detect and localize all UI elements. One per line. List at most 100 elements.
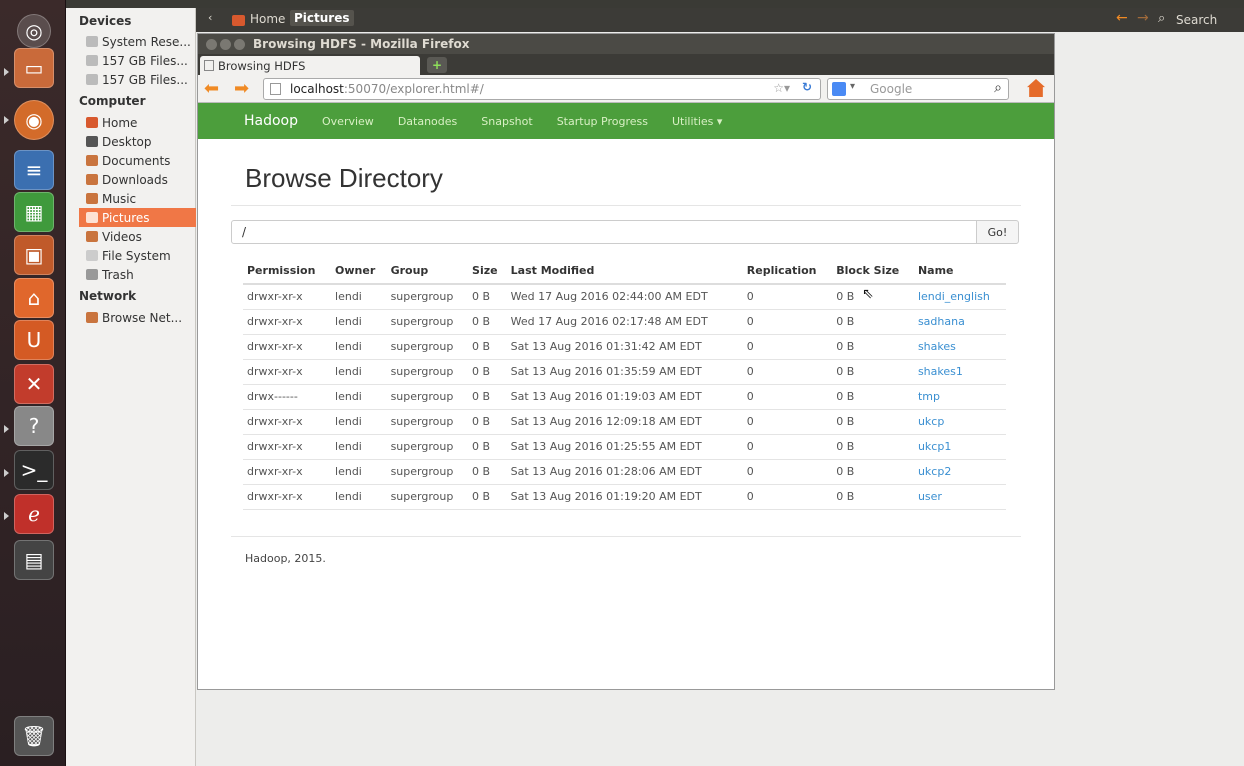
directory-link[interactable]: ukcp [913, 409, 1006, 435]
bookmark-star-icon[interactable]: ☆▾ [773, 81, 790, 95]
minimize-window-icon[interactable] [220, 38, 231, 50]
cell-size: 0 B [468, 484, 507, 510]
directory-link[interactable]: ukcp2 [913, 459, 1006, 485]
google-engine-icon[interactable] [832, 82, 846, 96]
sidebar-item-label: Desktop [102, 134, 152, 149]
back-arrow-icon[interactable]: ⬅ [204, 78, 219, 99]
drive-icon [86, 74, 98, 85]
breadcrumb-left-chevron-icon[interactable]: ‹ [208, 11, 212, 24]
footer-divider [231, 536, 1021, 537]
title-divider [231, 205, 1021, 206]
site-identity-icon[interactable] [270, 83, 281, 95]
firefox-launcher-icon[interactable]: ◉ [14, 100, 54, 140]
col-group[interactable]: Group [386, 258, 469, 285]
help-launcher-icon[interactable]: ? [14, 406, 54, 446]
cell-permission: drwxr-xr-x [243, 309, 332, 335]
writer-launcher-icon[interactable]: ≡ [14, 150, 54, 190]
caret-down-icon: ▾ [716, 114, 723, 128]
col-permission[interactable]: Permission [243, 258, 332, 285]
directory-link[interactable]: ukcp1 [913, 434, 1006, 460]
col-size[interactable]: Size [468, 258, 507, 285]
directory-link[interactable]: sadhana [913, 309, 1006, 335]
reload-icon[interactable]: ↻ [802, 80, 812, 94]
cell-owner: lendi [331, 459, 387, 485]
files-launcher-icon[interactable]: ▭ [14, 48, 54, 88]
nav-startup-progress[interactable]: Startup Progress [557, 115, 648, 128]
impress-launcher-icon[interactable]: ▣ [14, 235, 54, 275]
workspace-switcher-launcher-icon[interactable]: ▤ [14, 540, 54, 580]
software-center-launcher-icon[interactable]: ⌂ [14, 278, 54, 318]
documents-folder-icon [86, 155, 98, 166]
sidebar-item-label: Documents [102, 153, 171, 168]
col-owner[interactable]: Owner [331, 258, 387, 285]
nav-snapshot[interactable]: Snapshot [481, 115, 532, 128]
maximize-window-icon[interactable] [234, 38, 245, 50]
calc-launcher-icon[interactable]: ▦ [14, 192, 54, 232]
new-tab-button[interactable]: + [427, 57, 447, 73]
sidebar-item-desktop[interactable]: Desktop [86, 132, 196, 151]
pdf-reader-launcher-icon[interactable]: ℯ [14, 494, 54, 534]
nav-utilities[interactable]: Utilities ▾ [672, 115, 722, 128]
page-viewport: Hadoop Overview Datanodes Snapshot Start… [198, 103, 1054, 691]
cell-replication: 0 [742, 359, 833, 385]
sidebar-item-file-system[interactable]: File System [86, 246, 196, 265]
search-icon[interactable]: ⌕ [994, 80, 1002, 96]
directory-link[interactable]: user [913, 484, 1006, 510]
sidebar-item-system-reserved[interactable]: System Rese... [86, 32, 196, 51]
terminal-launcher-icon[interactable]: >_ [14, 450, 54, 490]
directory-link[interactable]: tmp [913, 384, 1006, 410]
directory-link[interactable]: shakes [913, 334, 1006, 360]
sidebar-item-157gb-files-2[interactable]: 157 GB Files... [86, 70, 196, 89]
system-settings-launcher-icon[interactable]: ✕ [14, 364, 54, 404]
sidebar-item-trash[interactable]: Trash [86, 265, 196, 284]
search-engine-dropdown-icon[interactable]: ▾ [850, 81, 855, 92]
sidebar-item-label: Trash [102, 267, 134, 282]
ubuntu-one-launcher-icon[interactable]: U [14, 320, 54, 360]
cell-replication: 0 [742, 409, 833, 435]
directory-link[interactable]: lendi_english [913, 284, 1006, 310]
cell-owner: lendi [331, 434, 387, 460]
search-icon[interactable]: ⌕ [1158, 11, 1165, 26]
sidebar-item-pictures[interactable]: Pictures [79, 208, 196, 227]
col-name[interactable]: Name [913, 258, 1006, 285]
go-button[interactable]: Go! [976, 220, 1019, 244]
sidebar-item-label: Browse Net... [102, 310, 183, 325]
sidebar-item-downloads[interactable]: Downloads [86, 170, 196, 189]
back-arrow-icon[interactable]: ← [1116, 10, 1128, 26]
search-label[interactable]: Search [1176, 13, 1217, 27]
sidebar-item-documents[interactable]: Documents [86, 151, 196, 170]
nav-datanodes[interactable]: Datanodes [398, 115, 457, 128]
table-row: drwxr-xr-x lendi supergroup 0 B Sat 13 Aug 2… [243, 434, 1006, 460]
cell-last-modified: Wed 17 Aug 2016 02:17:48 AM EDT [506, 309, 743, 335]
directory-link[interactable]: shakes1 [913, 359, 1006, 385]
downloads-folder-icon [86, 174, 98, 185]
directory-input[interactable]: / [231, 220, 977, 244]
cell-replication: 0 [742, 284, 833, 310]
forward-arrow-icon[interactable]: → [1137, 10, 1149, 26]
breadcrumb-pictures[interactable]: Pictures [290, 10, 354, 26]
directory-listing-table: Permission Owner Group Size Last Modifie… [243, 258, 1006, 510]
url-path: :50070/explorer.html#/ [343, 82, 484, 96]
nav-overview[interactable]: Overview [322, 115, 374, 128]
forward-arrow-icon[interactable]: ➡ [234, 78, 249, 99]
url-bar[interactable]: localhost:50070/explorer.html#/ ☆▾ ↻ [263, 78, 821, 100]
table-row: drwx------ lendi supergroup 0 B Sat 13 Aug 2… [243, 384, 1006, 410]
sidebar-item-browse-network[interactable]: Browse Net... [86, 308, 196, 327]
tab-browsing-hdfs[interactable]: Browsing HDFS [200, 56, 420, 75]
cell-replication: 0 [742, 434, 833, 460]
sidebar-item-music[interactable]: Music [86, 189, 196, 208]
cell-group: supergroup [386, 484, 469, 510]
sidebar-item-home[interactable]: Home [86, 113, 196, 132]
close-window-icon[interactable] [206, 38, 217, 50]
col-block-size[interactable]: Block Size [832, 258, 914, 285]
sidebar-item-157gb-files-1[interactable]: 157 GB Files... [86, 51, 196, 70]
breadcrumb-home[interactable]: Home [250, 12, 285, 26]
col-last-modified[interactable]: Last Modified [506, 258, 743, 285]
col-replication[interactable]: Replication [742, 258, 833, 285]
hadoop-brand[interactable]: Hadoop [244, 113, 298, 129]
sidebar-item-videos[interactable]: Videos [86, 227, 196, 246]
dash-home-icon[interactable]: ◎ [17, 14, 51, 48]
home-button-icon[interactable] [1027, 79, 1045, 97]
search-bar[interactable]: ▾ Google ⌕ [827, 78, 1009, 100]
trash-launcher-icon[interactable]: 🗑 [14, 716, 54, 756]
